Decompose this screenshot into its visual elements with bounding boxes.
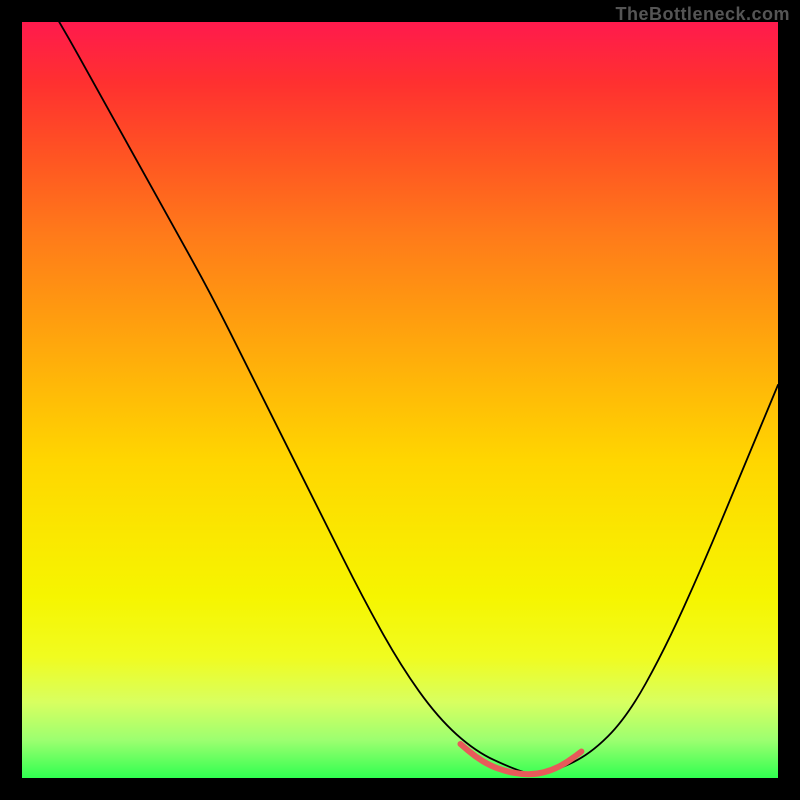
series-optimal-zone-marker bbox=[460, 744, 581, 774]
series-bottleneck-curve bbox=[22, 22, 778, 775]
chart-container: TheBottleneck.com bbox=[0, 0, 800, 800]
watermark-text: TheBottleneck.com bbox=[615, 4, 790, 25]
plot-area bbox=[22, 22, 778, 778]
curve-group bbox=[22, 22, 778, 775]
chart-svg bbox=[22, 22, 778, 778]
